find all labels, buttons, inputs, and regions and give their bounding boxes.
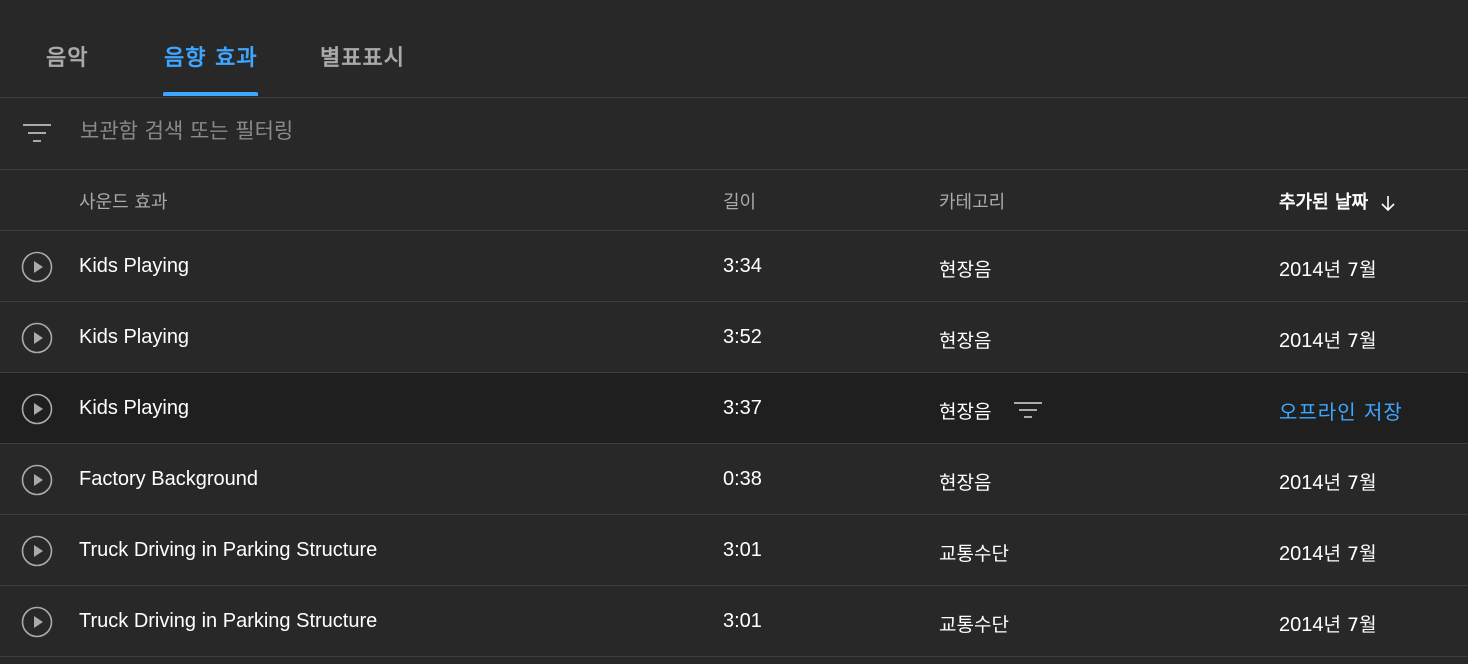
tab-music[interactable]: 음악	[46, 40, 88, 72]
table-row[interactable]: Truck Driving in Parking Structure 3:01 …	[0, 515, 1468, 586]
track-date-added: 2014년 7월	[1279, 326, 1377, 353]
date-number: 2014	[1279, 472, 1324, 494]
track-length: 3:37	[723, 397, 762, 419]
column-header-title: 사운드 효과	[79, 192, 168, 213]
table-row[interactable]: Kids Playing 3:52 현장음 2014년 7월	[0, 302, 1468, 373]
track-title: Truck Driving in Parking Structure	[79, 610, 378, 632]
play-icon[interactable]	[21, 393, 53, 425]
date-suffix: 년 7월	[1323, 330, 1377, 352]
track-title: Factory Background	[79, 468, 258, 490]
table-row[interactable]: Kids Playing 3:34 현장음 2014년 7월	[0, 231, 1468, 302]
sound-effects-list: Kids Playing 3:34 현장음 2014년 7월 Kids Play…	[0, 231, 1468, 657]
column-header-date-added-label: 추가된 날짜	[1279, 192, 1369, 213]
date-suffix: 년 7월	[1323, 259, 1377, 281]
track-title: Kids Playing	[79, 255, 190, 277]
play-icon[interactable]	[21, 606, 53, 638]
library-search-input[interactable]	[80, 114, 780, 148]
tab-sound-effects[interactable]: 음향 효과	[164, 40, 258, 72]
date-number: 2014	[1279, 543, 1324, 565]
tab-bar: 음악 음향 효과 별표표시	[0, 0, 1468, 98]
tab-starred[interactable]: 별표표시	[320, 40, 405, 72]
table-header: 사운드 효과 길이 카테고리 추가된 날짜	[0, 170, 1468, 231]
track-category[interactable]: 현장음	[939, 468, 991, 495]
save-offline-link[interactable]: 오프라인 저장	[1279, 396, 1403, 425]
column-header-date-added[interactable]: 추가된 날짜	[1279, 188, 1396, 214]
play-icon[interactable]	[21, 251, 53, 283]
date-number: 2014	[1279, 330, 1324, 352]
column-header-length: 길이	[723, 192, 757, 213]
track-length: 3:52	[723, 326, 762, 348]
track-date-added: 2014년 7월	[1279, 539, 1377, 566]
track-length: 0:38	[723, 468, 762, 490]
date-number: 2014	[1279, 614, 1324, 636]
track-category[interactable]: 교통수단	[939, 610, 1009, 637]
track-category[interactable]: 현장음	[939, 326, 991, 353]
track-date-added: 2014년 7월	[1279, 255, 1377, 282]
track-length: 3:01	[723, 610, 762, 632]
play-icon[interactable]	[21, 535, 53, 567]
table-row[interactable]: Truck Driving in Parking Structure 3:01 …	[0, 586, 1468, 657]
active-tab-indicator	[163, 92, 258, 96]
table-row[interactable]: Kids Playing 3:37 현장음 오프라인 저장	[0, 373, 1468, 444]
date-number: 2014	[1279, 259, 1324, 281]
table-row[interactable]: Factory Background 0:38 현장음 2014년 7월	[0, 444, 1468, 515]
sort-descending-arrow-icon	[1381, 196, 1395, 212]
date-suffix: 년 7월	[1323, 614, 1377, 636]
track-date-added: 2014년 7월	[1279, 468, 1377, 495]
filter-bar	[0, 98, 1468, 170]
column-header-category: 카테고리	[939, 192, 1006, 213]
track-title: Kids Playing	[79, 326, 190, 348]
track-title: Truck Driving in Parking Structure	[79, 539, 378, 561]
track-category[interactable]: 현장음	[939, 255, 991, 282]
filter-icon[interactable]	[23, 121, 51, 145]
filter-by-category-icon[interactable]	[1014, 399, 1042, 421]
play-icon[interactable]	[21, 464, 53, 496]
play-icon[interactable]	[21, 322, 53, 354]
track-title: Kids Playing	[79, 397, 190, 419]
audio-library: 음악 음향 효과 별표표시 사운드 효과 길이 카테고리 추가된 날짜	[0, 0, 1468, 664]
track-category[interactable]: 교통수단	[939, 539, 1009, 566]
track-category[interactable]: 현장음	[939, 397, 991, 424]
date-suffix: 년 7월	[1323, 472, 1377, 494]
track-date-added: 2014년 7월	[1279, 610, 1377, 637]
track-length: 3:01	[723, 539, 762, 561]
track-length: 3:34	[723, 255, 762, 277]
date-suffix: 년 7월	[1323, 543, 1377, 565]
